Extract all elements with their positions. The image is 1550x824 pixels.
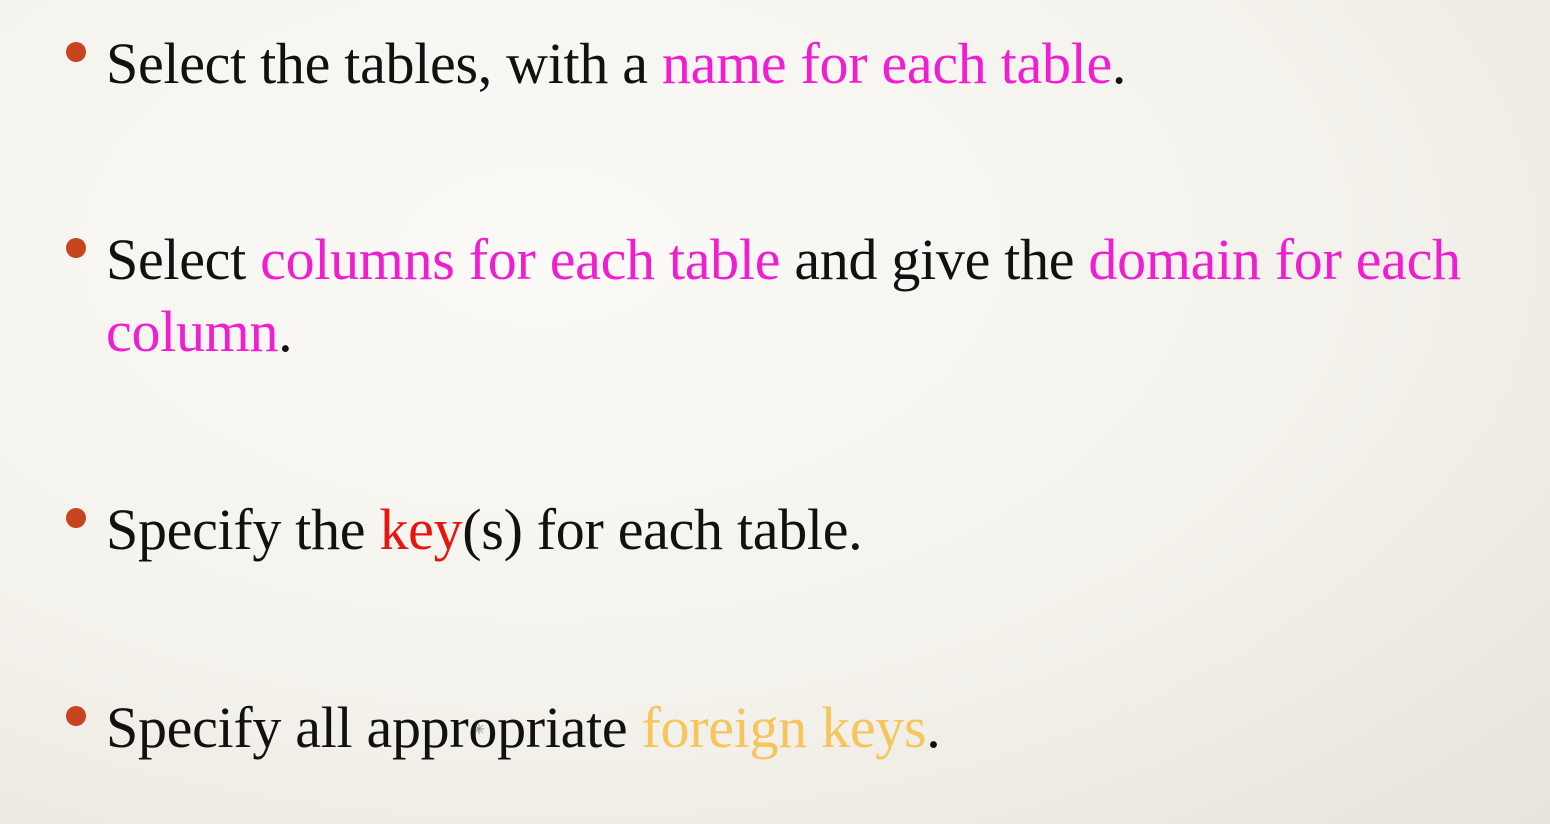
text-segment: and give the xyxy=(780,227,1089,292)
text-segment: . xyxy=(278,299,293,364)
text-segment: . xyxy=(1111,31,1127,96)
bullet-text: Specify the key(s) for each table. xyxy=(106,494,1516,566)
text-segment: . xyxy=(926,695,941,760)
bullet-item: Select the tables, with a name for each … xyxy=(66,28,1516,100)
text-segment: (s) for each table. xyxy=(462,497,863,562)
bullet-dot-icon xyxy=(66,706,86,726)
bullet-item: Select columns for each table and give t… xyxy=(66,224,1516,368)
bullet-item: Specify the key(s) for each table. xyxy=(66,494,1516,566)
bullet-item: Specify all appropriate foreign keys. xyxy=(66,692,1516,764)
mouse-cursor-icon xyxy=(474,724,484,734)
text-segment: Specify the xyxy=(106,497,380,562)
text-segment: Select xyxy=(106,227,261,292)
slide: Select the tables, with a name for each … xyxy=(0,0,1550,824)
bullet-text: Select the tables, with a name for each … xyxy=(106,28,1516,100)
highlight-segment: columns for each table xyxy=(260,227,781,292)
text-segment: Specify all appropriate xyxy=(106,695,642,760)
bullet-dot-icon xyxy=(66,508,86,528)
bullet-text: Select columns for each table and give t… xyxy=(106,224,1516,368)
bullet-dot-icon xyxy=(66,42,86,62)
bullet-dot-icon xyxy=(66,238,86,258)
highlight-segment: name for each table xyxy=(661,31,1112,96)
text-segment: Select the tables, with a xyxy=(106,31,662,96)
bullet-text: Specify all appropriate foreign keys. xyxy=(106,692,1516,764)
highlight-segment: foreign keys xyxy=(641,695,927,760)
highlight-segment: key xyxy=(379,497,463,562)
